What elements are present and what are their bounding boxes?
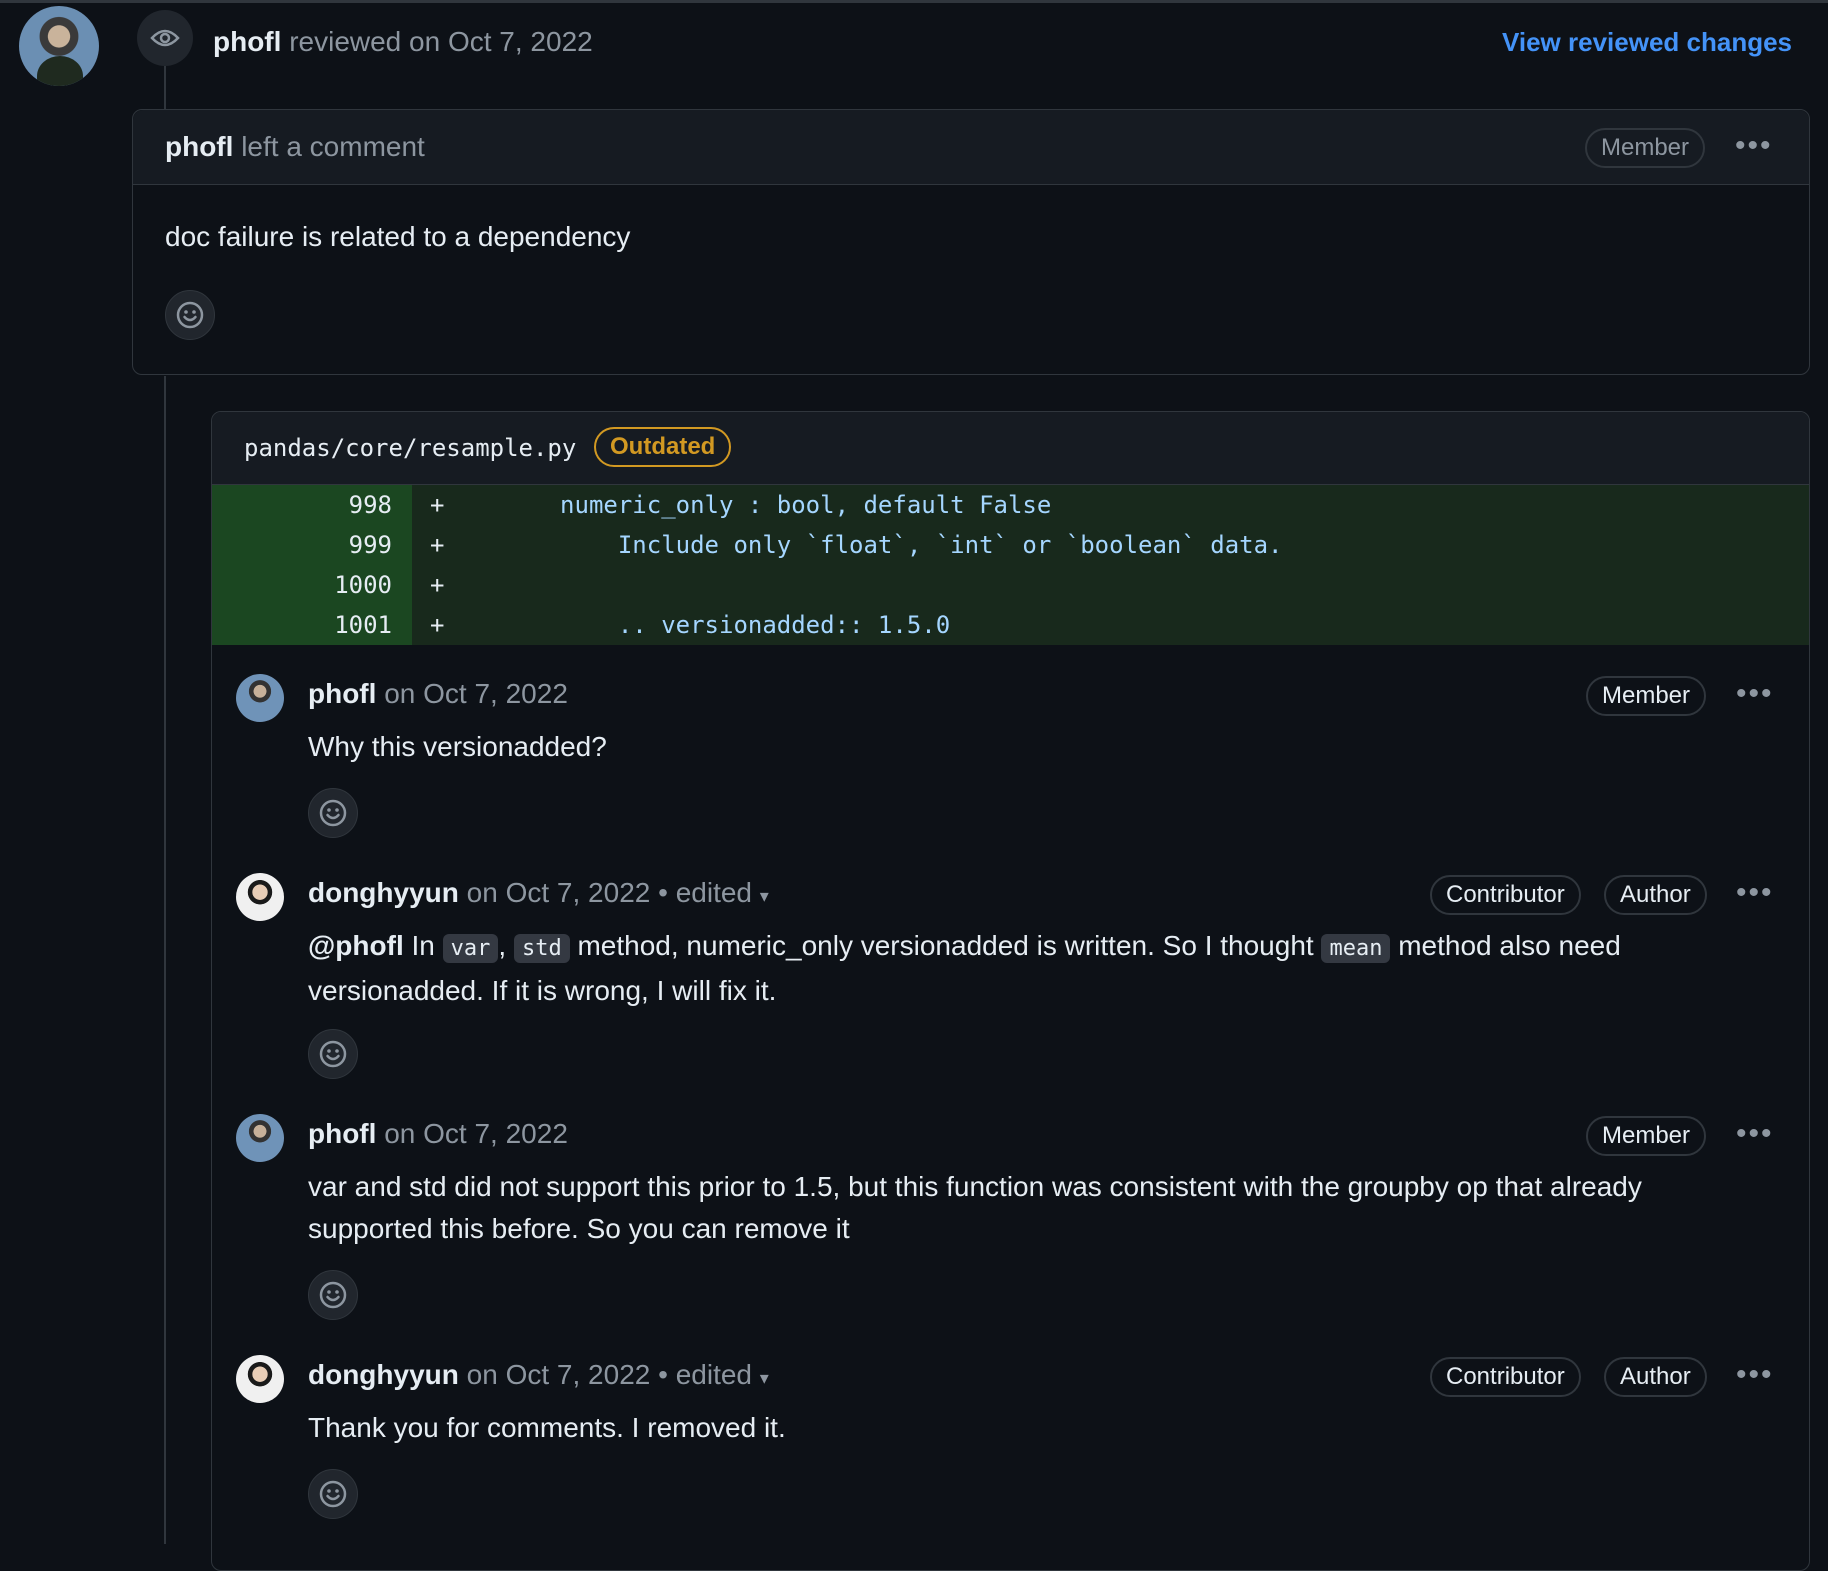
comment-author[interactable]: donghyyun [308,877,459,908]
member-badge: Member [1585,128,1706,168]
smiley-icon[interactable] [308,1469,358,1519]
member-badge: Member [1586,1116,1707,1156]
file-path[interactable]: pandas/core/resample.py [244,428,576,468]
view-reviewed-changes-link[interactable]: View reviewed changes [1502,22,1792,62]
review-header: phofl reviewed on Oct 7, 2022 [213,22,593,62]
code-text: Include only `float`, `int` or `boolean`… [444,531,1283,559]
diff-hunk: 998 + numeric_only : bool, default False… [212,485,1809,645]
diff-line: 998 + numeric_only : bool, default False [212,485,1809,525]
comment-action: left a comment [241,131,425,162]
author-badge: Author [1604,875,1707,915]
inline-code: std [513,934,570,963]
comment-body: doc failure is related to a dependency [165,221,631,252]
file-header: pandas/core/resample.py Outdated [212,412,1809,485]
review-action: reviewed on Oct 7, 2022 [289,26,593,57]
reviewer-avatar[interactable] [19,6,99,86]
kebab-icon[interactable]: ••• [1736,1119,1774,1149]
comment-body: @phofl In var, std method, numeric_only … [308,925,1728,1012]
comment-date[interactable]: on Oct 7, 2022 [467,877,651,908]
comment-body: Why this versionadded? [308,731,607,762]
avatar[interactable] [236,674,284,722]
review-comment-card: phofl left a comment Member ••• doc fail… [132,109,1810,375]
review-comment-header: phofl left a comment Member ••• [133,110,1809,185]
body-text: , [498,930,514,961]
comment-author[interactable]: phofl [308,1118,376,1149]
caret-down-icon[interactable]: ▾ [760,1368,769,1388]
avatar[interactable] [236,1355,284,1403]
member-badge: Member [1586,676,1707,716]
diff-sign: + [430,531,445,559]
top-divider [0,0,1828,3]
code-text: numeric_only : bool, default False [444,491,1052,519]
smiley-icon[interactable] [308,788,358,838]
body-text: method, numeric_only versionadded is wri… [569,930,1322,961]
smiley-icon[interactable] [165,290,215,340]
comment-author[interactable]: phofl [308,678,376,709]
comment-author[interactable]: phofl [165,131,233,162]
smiley-icon[interactable] [308,1270,358,1320]
comment-date[interactable]: on Oct 7, 2022 [467,1359,651,1390]
contributor-badge: Contributor [1430,875,1581,915]
kebab-icon[interactable]: ••• [1736,878,1774,908]
comment-date[interactable]: on Oct 7, 2022 [384,1118,568,1149]
timeline-connector [164,66,166,110]
edited-label[interactable]: • edited [658,877,752,908]
diff-line: 1001 + .. versionadded:: 1.5.0 [212,605,1809,645]
contributor-badge: Contributor [1430,1357,1581,1397]
caret-down-icon[interactable]: ▾ [760,886,769,906]
kebab-icon[interactable]: ••• [1735,131,1773,161]
comment-body: var and std did not support this prior t… [308,1171,1642,1244]
eye-icon [137,10,193,66]
review-author[interactable]: phofl [213,26,281,57]
code-text: .. versionadded:: 1.5.0 [444,611,951,639]
comment-body: Thank you for comments. I removed it. [308,1412,786,1443]
user-mention[interactable]: @phofl [308,930,404,961]
smiley-icon[interactable] [308,1029,358,1079]
inline-code: var [442,934,499,963]
author-badge: Author [1604,1357,1707,1397]
outdated-badge: Outdated [594,427,732,467]
diff-sign: + [430,571,445,599]
kebab-icon[interactable]: ••• [1736,679,1774,709]
edited-label[interactable]: • edited [658,1359,752,1390]
diff-line: 1000 + [212,565,1809,605]
kebab-icon[interactable]: ••• [1736,1360,1774,1390]
comment-date[interactable]: on Oct 7, 2022 [384,678,568,709]
line-number[interactable]: 999 [212,525,412,565]
diff-sign: + [430,611,445,639]
inline-code: mean [1321,934,1391,963]
timeline-connector [164,376,166,1544]
review-thread-card: pandas/core/resample.py Outdated 998 + n… [211,411,1810,1571]
avatar[interactable] [236,1114,284,1162]
line-number[interactable]: 998 [212,485,412,525]
line-number[interactable]: 1001 [212,605,412,645]
body-text: In [403,930,443,961]
comment-author[interactable]: donghyyun [308,1359,459,1390]
diff-line: 999 + Include only `float`, `int` or `bo… [212,525,1809,565]
line-number[interactable]: 1000 [212,565,412,605]
diff-sign: + [430,491,445,519]
avatar[interactable] [236,873,284,921]
